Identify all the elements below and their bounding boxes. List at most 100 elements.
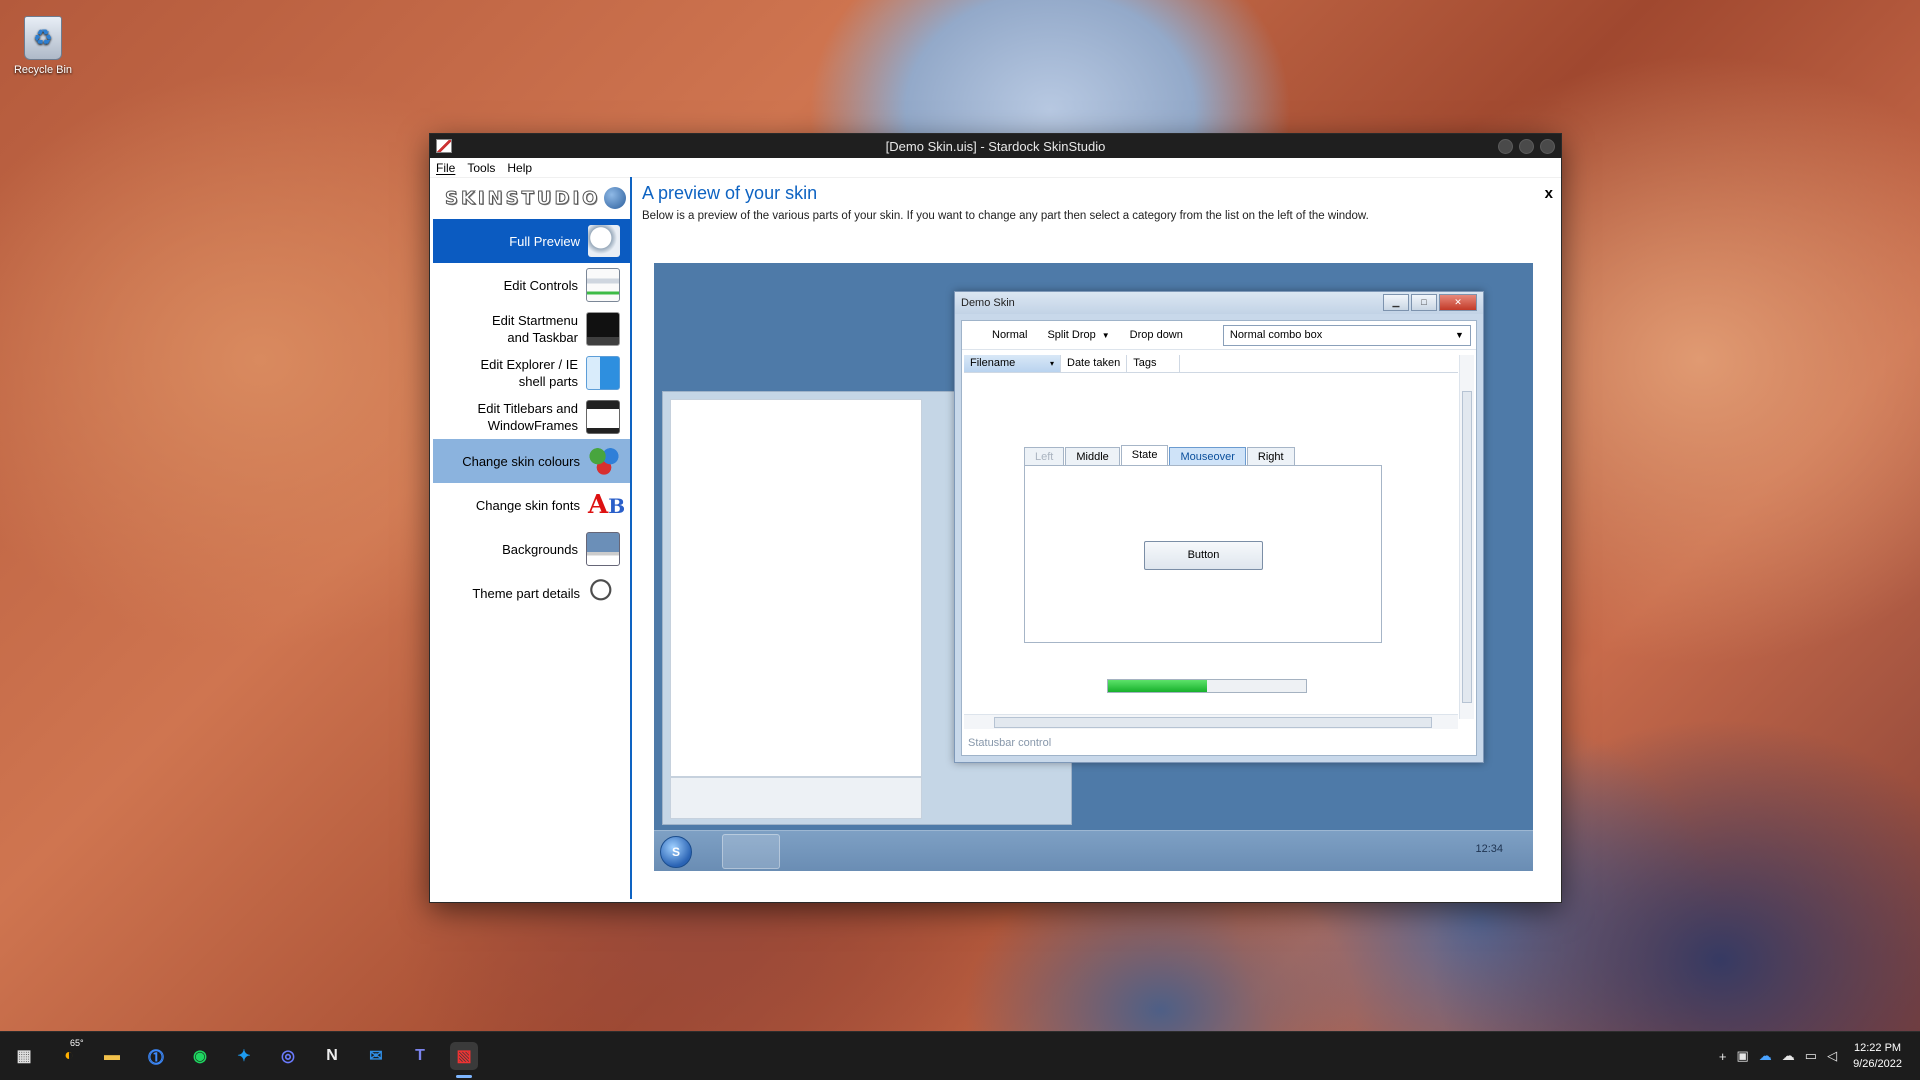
nav-edit-titlebars[interactable]: Edit Titlebars and WindowFrames xyxy=(433,395,630,439)
nav-label: Full Preview xyxy=(509,233,580,249)
menu-help[interactable]: Help xyxy=(501,161,538,175)
cloud-icon[interactable]: ☁ xyxy=(1782,1048,1795,1064)
demo-toolbar: Normal Split Drop ▼ Drop down Normal com… xyxy=(962,321,1476,350)
weather-temp: 65° xyxy=(70,1038,84,1048)
magnifier-preview-icon xyxy=(588,225,620,257)
nav-change-fonts[interactable]: Change skin fonts AB xyxy=(433,483,630,527)
chevron-down-icon: ▾ xyxy=(1049,359,1054,368)
recycle-bin-label: Recycle Bin xyxy=(13,64,73,76)
nav-edit-controls[interactable]: Edit Controls xyxy=(433,263,630,307)
column-label: Filename xyxy=(970,357,1016,369)
demo-maximize-icon[interactable]: □ xyxy=(1411,294,1437,311)
tab-panel: Button xyxy=(1024,465,1382,643)
twitter-icon[interactable]: ✦ xyxy=(230,1042,258,1070)
toolbar-dropdown-button[interactable]: Drop down xyxy=(1120,329,1193,341)
chevron-down-icon: ▼ xyxy=(1101,330,1110,340)
horizontal-scroll-thumb[interactable] xyxy=(994,717,1432,728)
nav-change-colours[interactable]: Change skin colours xyxy=(433,439,630,483)
add-icon[interactable]: + xyxy=(1719,1049,1727,1064)
demo-button[interactable]: Button xyxy=(1144,541,1263,570)
vertical-scrollbar[interactable] xyxy=(1459,355,1474,719)
nav-label: Edit Startmenu and Taskbar xyxy=(492,313,578,345)
skin-preview-area: Demo Skin ▁ □ ✕ Normal Split Drop ▼ Drop… xyxy=(654,263,1533,871)
chevron-down-icon: ▼ xyxy=(1454,330,1464,340)
combo-value: Normal combo box xyxy=(1229,329,1323,341)
horizontal-scrollbar[interactable] xyxy=(964,714,1458,729)
demo-titlebar: Demo Skin ▁ □ ✕ xyxy=(955,292,1483,314)
spotify-icon[interactable]: ◉ xyxy=(186,1042,214,1070)
teams-icon[interactable]: T xyxy=(406,1042,434,1070)
network-icon[interactable]: ▭ xyxy=(1805,1048,1817,1064)
menu-tools[interactable]: Tools xyxy=(461,161,501,175)
startmenu-list xyxy=(670,399,922,777)
app-icon-circle[interactable]: ◎ xyxy=(274,1042,302,1070)
column-filename[interactable]: Filename ▾ xyxy=(964,355,1061,372)
recycle-bin-icon: ♻ xyxy=(24,16,62,60)
menu-file[interactable]: File xyxy=(430,161,461,175)
demo-minimize-icon[interactable]: ▁ xyxy=(1383,294,1409,311)
progress-fill xyxy=(1108,680,1207,692)
file-explorer-icon[interactable]: ▬ xyxy=(98,1042,126,1070)
nav-backgrounds[interactable]: Backgrounds xyxy=(433,527,630,571)
skinstudio-taskbar-icon[interactable]: ▧ xyxy=(450,1042,478,1070)
startmenu-bottom xyxy=(670,777,922,819)
mail-icon[interactable]: ✉ xyxy=(362,1042,390,1070)
toolbar-split-drop-button[interactable]: Split Drop ▼ xyxy=(1037,329,1119,341)
password-manager-icon[interactable]: ⓵ xyxy=(142,1042,170,1070)
toolbar-normal-button[interactable]: Normal xyxy=(982,329,1037,341)
minimize-button[interactable] xyxy=(1498,139,1513,154)
skinstudio-logo: SKINSTUDIO xyxy=(433,177,630,219)
tab-state[interactable]: State xyxy=(1120,445,1169,466)
close-panel-button[interactable]: x xyxy=(1545,185,1553,202)
listview-header: Filename ▾ Date taken Tags xyxy=(964,355,1458,373)
fonts-icon: AB xyxy=(588,490,626,520)
logo-text: SKINSTUDIO xyxy=(444,187,601,209)
nav-theme-part-details[interactable]: Theme part details xyxy=(433,571,630,615)
nav-label: Change skin fonts xyxy=(475,497,580,513)
onedrive-icon[interactable]: ☁ xyxy=(1759,1048,1772,1064)
split-drop-label: Split Drop xyxy=(1047,329,1096,341)
vertical-scroll-thumb[interactable] xyxy=(1462,391,1472,703)
recycle-bin-desktop-icon[interactable]: ♻ Recycle Bin xyxy=(8,16,78,76)
task-view-icon[interactable]: ▦ xyxy=(10,1042,38,1070)
tab-right[interactable]: Right xyxy=(1246,447,1295,466)
normal-combo-box[interactable]: Normal combo box ▼ xyxy=(1222,324,1471,346)
preview-clock: 12:34 xyxy=(1475,843,1503,855)
content-area: A preview of your skin Below is a previe… xyxy=(642,177,1561,902)
system-tray: + ▣ ☁ ☁ ▭ ◁ 12:22 PM 9/26/2022 xyxy=(1719,1032,1920,1080)
maximize-button[interactable] xyxy=(1519,139,1534,154)
tab-middle[interactable]: Middle xyxy=(1065,447,1120,466)
demo-close-icon[interactable]: ✕ xyxy=(1439,294,1477,311)
notion-icon[interactable]: N xyxy=(318,1042,346,1070)
preview-taskbar-button[interactable] xyxy=(722,834,780,869)
window-titlebar[interactable]: [Demo Skin.uis] - Stardock SkinStudio xyxy=(430,134,1561,158)
active-app-indicator xyxy=(456,1075,472,1078)
startmenu-icon xyxy=(586,312,620,346)
sidebar: SKINSTUDIO Full Preview Edit Controls Ed… xyxy=(433,177,632,899)
close-button[interactable] xyxy=(1540,139,1555,154)
demo-skin-window: Demo Skin ▁ □ ✕ Normal Split Drop ▼ Drop… xyxy=(954,291,1484,763)
start-orb-icon[interactable]: S xyxy=(660,836,692,868)
titlebars-icon xyxy=(586,400,620,434)
tray-app-icon[interactable]: ▣ xyxy=(1736,1048,1748,1064)
tab-left[interactable]: Left xyxy=(1024,447,1065,466)
progress-bar xyxy=(1107,679,1307,693)
clock-date: 9/26/2022 xyxy=(1853,1058,1902,1070)
nav-full-preview[interactable]: Full Preview xyxy=(433,219,630,263)
explorer-icon xyxy=(586,356,620,390)
volume-icon[interactable]: ◁ xyxy=(1827,1048,1837,1064)
taskbar-clock[interactable]: 12:22 PM 9/26/2022 xyxy=(1853,1040,1902,1072)
nav-edit-startmenu[interactable]: Edit Startmenu and Taskbar xyxy=(433,307,630,351)
nav-edit-explorer[interactable]: Edit Explorer / IE shell parts xyxy=(433,351,630,395)
windows-taskbar: ▦ ◐ 65° ▬ ⓵ ◉ ✦ ◎ N ✉ T ▧ + ▣ ☁ ☁ ▭ ◁ 12… xyxy=(0,1031,1920,1080)
tab-mouseover[interactable]: Mouseover xyxy=(1169,447,1246,466)
column-tags[interactable]: Tags xyxy=(1127,355,1181,372)
nav-label: Edit Explorer / IE shell parts xyxy=(480,357,578,389)
column-date-taken[interactable]: Date taken xyxy=(1061,355,1128,372)
nav-label: Change skin colours xyxy=(462,453,580,469)
window-title: [Demo Skin.uis] - Stardock SkinStudio xyxy=(885,138,1106,154)
logo-brush-icon xyxy=(604,187,627,209)
window-controls xyxy=(1498,139,1555,154)
preview-taskbar: S 12:34 xyxy=(654,830,1533,871)
demo-window-controls: ▁ □ ✕ xyxy=(1383,294,1477,311)
